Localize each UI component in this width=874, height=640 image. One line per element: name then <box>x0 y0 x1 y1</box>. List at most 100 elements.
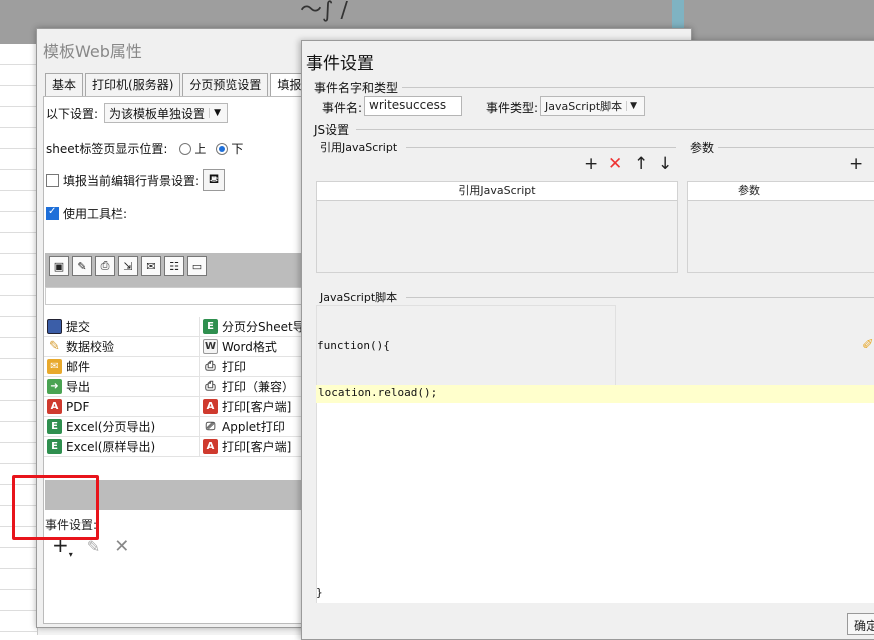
params-label: 参数 <box>690 141 715 155</box>
chevron-down-icon: ▼ <box>209 108 225 118</box>
button-print[interactable]: ⎙ 打印 <box>199 357 310 376</box>
use-toolbar-checkbox[interactable] <box>46 206 59 220</box>
group-divider <box>406 147 676 148</box>
button-submit[interactable]: 提交 <box>44 317 199 336</box>
ref-js-column-header: 引用JavaScript <box>317 182 677 201</box>
delete-event-icon[interactable]: ✕ <box>114 536 129 557</box>
paint-bucket-icon[interactable]: ⛾ <box>203 169 226 191</box>
chevron-down-icon: ▼ <box>626 101 640 111</box>
tree-icon[interactable]: ☷ <box>164 256 184 276</box>
highlight-annotation-box <box>12 475 99 540</box>
ref-js-table[interactable]: 引用JavaScript <box>316 181 678 273</box>
tab-basic[interactable]: 基本 <box>45 73 84 96</box>
code-editor-line[interactable]: location.reload(); <box>318 386 437 399</box>
button-applet-print[interactable]: ⎚ Applet打印 <box>199 417 310 436</box>
list-item: 提交 E 分页分Sheet导 <box>44 317 310 337</box>
list-item: ➜ 导出 ⎙ 打印（兼容） <box>44 377 310 397</box>
save-icon <box>47 319 62 334</box>
list-item: E Excel(分页导出) ⎚ Applet打印 <box>44 417 310 437</box>
button-label: 打印[客户端] <box>222 400 292 414</box>
setting-scope-label: 以下设置: <box>46 106 99 121</box>
toolbar-preview: ▣ ✎ ⎙ ⇲ ✉ ☷ ▭ <box>45 253 309 287</box>
use-toolbar-label: 使用工具栏: <box>63 207 128 221</box>
button-label: 打印 <box>222 360 247 374</box>
printer-icon[interactable]: ⎙ <box>95 256 115 276</box>
button-label: 邮件 <box>66 360 91 374</box>
list-item: E Excel(原样导出) A 打印[客户端] <box>44 437 310 457</box>
button-excel-original[interactable]: E Excel(原样导出) <box>44 437 199 456</box>
pdf-icon: A <box>47 399 62 414</box>
printer-icon: ⎙ <box>205 359 216 374</box>
radio-top-label: 上 <box>194 142 207 156</box>
list-item: ✉ 邮件 ⎙ 打印 <box>44 357 310 377</box>
tab-strip: 基本 打印机(服务器) 分页预览设置 填报 <box>45 73 310 96</box>
window-icon[interactable]: ▭ <box>187 256 207 276</box>
button-word[interactable]: W Word格式 <box>199 337 310 356</box>
pencil-icon: ✎ <box>49 339 60 354</box>
setting-scope-row: 以下设置: 为该模板单独设置 ▼ <box>46 103 229 123</box>
radio-bottom[interactable] <box>216 142 229 155</box>
params-table[interactable]: 参数 <box>687 181 874 273</box>
button-mail[interactable]: ✉ 邮件 <box>44 357 199 376</box>
button-label: 提交 <box>66 320 91 334</box>
code-editor[interactable] <box>316 403 874 603</box>
button-print-client-2[interactable]: A 打印[客户端] <box>199 437 310 456</box>
radio-top[interactable] <box>179 142 192 155</box>
sheet-position-row: sheet标签页显示位置: 上 下 <box>46 140 243 157</box>
pdf-icon: A <box>203 399 218 414</box>
setting-scope-value: 为该模板单独设置 <box>109 106 206 121</box>
dialog-title: 事件设置 <box>306 54 374 74</box>
toolbar-second-row <box>45 287 307 305</box>
event-type-select[interactable]: JavaScript脚本 ▼ <box>540 96 646 116</box>
pdf-icon: A <box>203 439 218 454</box>
background-spreadsheet-grid <box>0 44 38 635</box>
fill-bg-row: 填报当前编辑行背景设置: ⛾ <box>46 169 226 191</box>
fill-bg-checkbox[interactable] <box>46 173 59 187</box>
ok-button[interactable]: 确定 <box>847 613 874 635</box>
setting-scope-select[interactable]: 为该模板单独设置 ▼ <box>104 103 229 123</box>
button-print-compatible[interactable]: ⎙ 打印（兼容） <box>199 377 310 396</box>
event-name-label: 事件名: <box>322 101 363 115</box>
tab-printer-server[interactable]: 打印机(服务器) <box>85 73 181 96</box>
button-label: Excel(分页导出) <box>66 420 156 434</box>
event-type-label: 事件类型: <box>486 101 539 115</box>
add-param-icon[interactable]: + <box>849 154 863 174</box>
list-item: ✎ 数据校验 W Word格式 <box>44 337 310 357</box>
button-label: Applet打印 <box>222 420 285 434</box>
format-brush-icon[interactable]: ✐ <box>862 337 874 353</box>
delete-icon[interactable]: ✕ <box>608 154 622 174</box>
export-icon[interactable]: ⇲ <box>118 256 138 276</box>
ref-js-label: 引用JavaScript <box>320 141 398 154</box>
button-label: 分页分Sheet导 <box>222 320 305 334</box>
group-divider <box>406 297 874 298</box>
save-icon[interactable]: ▣ <box>49 256 69 276</box>
arrow-up-icon[interactable]: ↑ <box>634 154 648 174</box>
code-function-open: function(){ <box>317 339 390 352</box>
tab-page-preview[interactable]: 分页预览设置 <box>182 73 269 96</box>
pencil-icon[interactable]: ✎ <box>72 256 92 276</box>
script-label: JavaScript脚本 <box>320 291 398 304</box>
button-label: 打印[客户端] <box>222 440 292 454</box>
list-item: A PDF A 打印[客户端] <box>44 397 310 417</box>
mail-icon[interactable]: ✉ <box>141 256 161 276</box>
dialog-title: 模板Web属性 <box>43 42 142 61</box>
add-icon[interactable]: + <box>584 154 598 174</box>
fill-bg-label: 填报当前编辑行背景设置: <box>63 173 200 188</box>
arrow-down-icon[interactable]: ↓ <box>658 154 672 174</box>
sheet-position-label: sheet标签页显示位置: <box>46 142 168 156</box>
button-export[interactable]: ➜ 导出 <box>44 377 199 396</box>
button-label: 打印（兼容） <box>222 380 295 394</box>
event-name-input[interactable]: writesuccess <box>364 96 462 116</box>
button-page-sheet-export[interactable]: E 分页分Sheet导 <box>199 317 310 336</box>
group-divider <box>718 147 874 148</box>
button-print-client[interactable]: A 打印[客户端] <box>199 397 310 416</box>
excel-icon: E <box>47 439 62 454</box>
button-pdf[interactable]: A PDF <box>44 397 199 416</box>
button-label: 导出 <box>66 380 91 394</box>
code-function-close: } <box>316 586 323 599</box>
printer-icon: ⎙ <box>205 379 216 394</box>
button-excel-page[interactable]: E Excel(分页导出) <box>44 417 199 436</box>
button-verify[interactable]: ✎ 数据校验 <box>44 337 199 356</box>
mail-icon: ✉ <box>47 359 62 374</box>
button-label: Excel(原样导出) <box>66 440 156 454</box>
